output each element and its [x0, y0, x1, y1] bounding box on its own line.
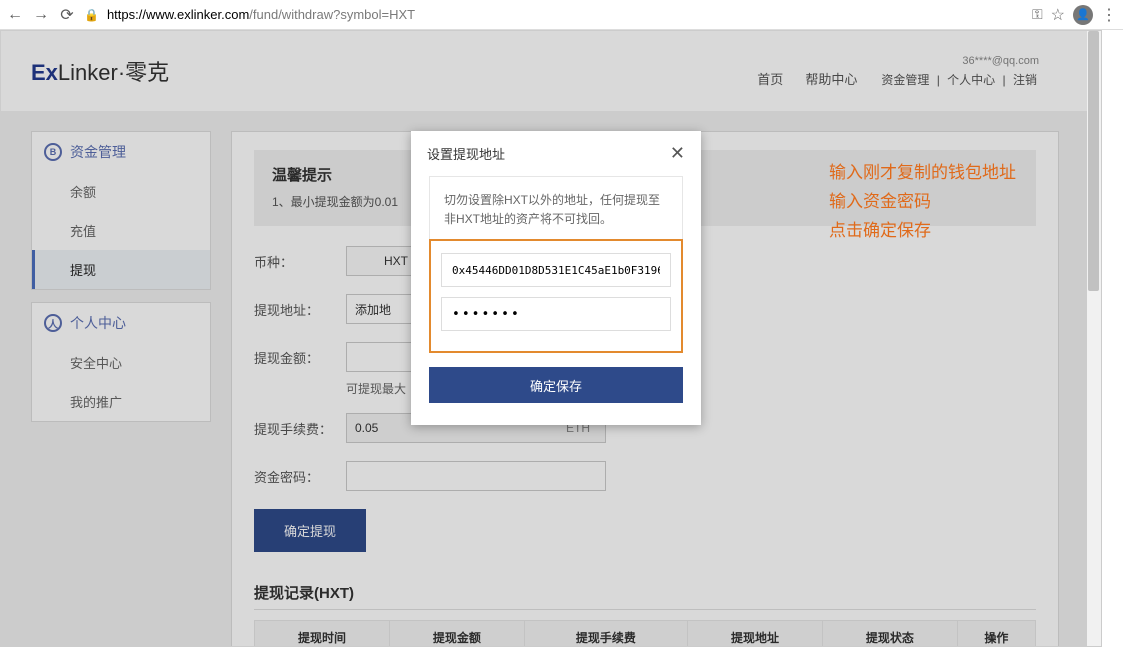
- scrollbar-track[interactable]: [1087, 31, 1101, 646]
- modal-warning: 切勿设置除HXT以外的地址，任何提现至非HXT地址的资产将不可找回。: [429, 176, 683, 239]
- modal-address-input[interactable]: [441, 253, 671, 287]
- profile-avatar-icon[interactable]: 👤: [1073, 5, 1093, 25]
- modal-password-input[interactable]: [441, 297, 671, 331]
- url-host: https://www.exlinker.com: [107, 7, 249, 22]
- url-path: /fund/withdraw?symbol=HXT: [249, 7, 415, 22]
- modal-save-button[interactable]: 确定保存: [429, 367, 683, 403]
- set-address-modal: 设置提现地址 ✕ 切勿设置除HXT以外的地址，任何提现至非HXT地址的资产将不可…: [411, 131, 701, 425]
- address-bar[interactable]: https://www.exlinker.com/fund/withdraw?s…: [107, 7, 1024, 22]
- close-icon[interactable]: ✕: [670, 143, 685, 164]
- reload-icon[interactable]: ⟳: [58, 5, 76, 25]
- forward-icon[interactable]: →: [32, 6, 50, 24]
- annotation-text: 输入刚才复制的钱包地址 输入资金密码 点击确定保存: [829, 159, 1016, 246]
- key-icon[interactable]: ⚿: [1032, 6, 1043, 23]
- menu-kebab-icon[interactable]: ⋮: [1101, 5, 1117, 25]
- modal-title: 设置提现地址: [427, 144, 505, 163]
- scrollbar-thumb[interactable]: [1088, 31, 1099, 291]
- lock-icon: 🔒: [84, 8, 99, 22]
- back-icon[interactable]: ←: [6, 6, 24, 24]
- modal-highlighted-fields: [429, 239, 683, 353]
- browser-toolbar: ← → ⟳ 🔒 https://www.exlinker.com/fund/wi…: [0, 0, 1123, 30]
- bookmark-star-icon[interactable]: ☆: [1051, 5, 1065, 25]
